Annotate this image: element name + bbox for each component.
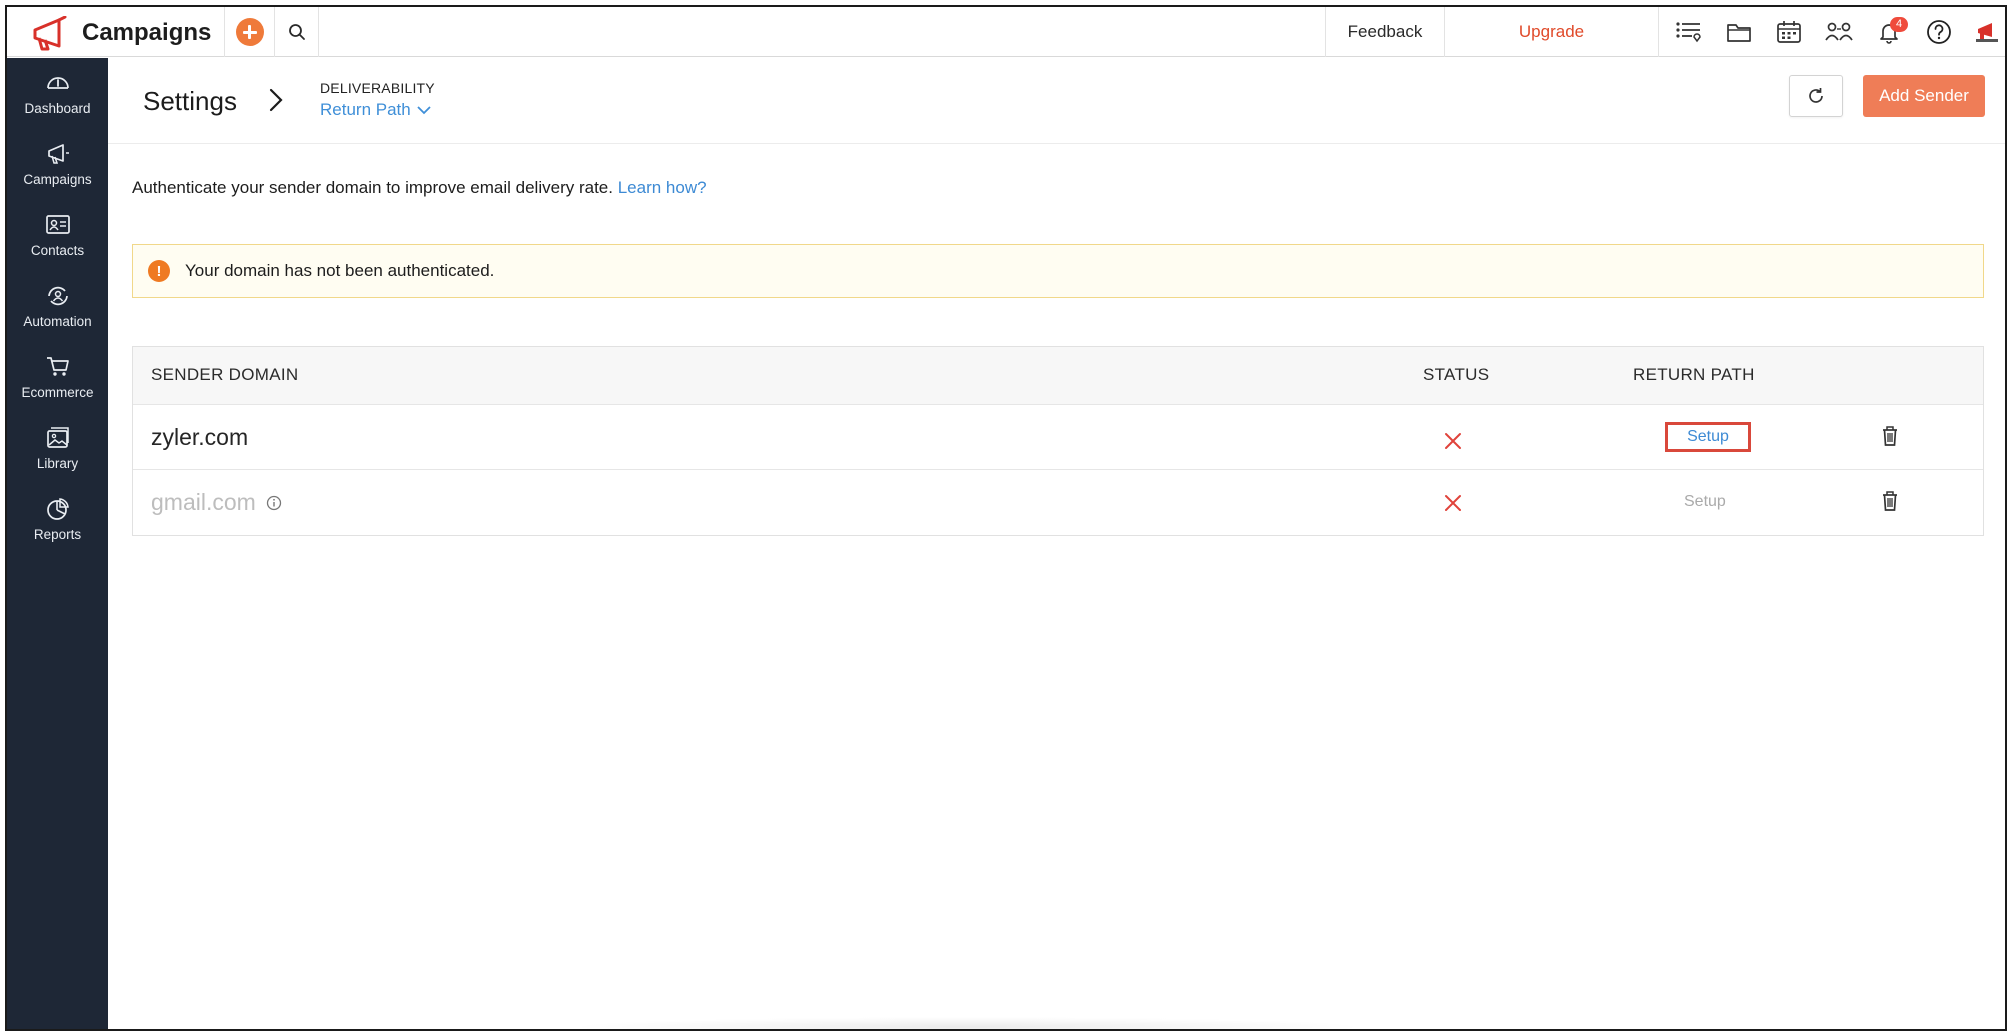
- breadcrumb-dropdown[interactable]: Return Path: [320, 100, 431, 120]
- main-content: Settings DELIVERABILITY Return Path Add …: [108, 58, 2005, 1029]
- sidebar-item-reports[interactable]: Reports: [7, 484, 108, 554]
- setup-button[interactable]: Setup: [1665, 422, 1751, 452]
- add-icon: [235, 18, 264, 46]
- chevron-right-icon: [269, 88, 283, 112]
- page-title[interactable]: Settings: [143, 86, 237, 117]
- sidebar-item-label: Automation: [23, 314, 92, 329]
- search-icon: [288, 24, 305, 40]
- checklist-button[interactable]: [1664, 7, 1714, 57]
- dashboard-icon: [46, 77, 69, 89]
- sidebar-item-ecommerce[interactable]: Ecommerce: [7, 342, 108, 412]
- warning-icon: !: [148, 260, 170, 282]
- sidebar-item-dashboard[interactable]: Dashboard: [7, 58, 108, 128]
- app-title: Campaigns: [82, 19, 212, 46]
- breadcrumb-section: DELIVERABILITY: [320, 80, 435, 96]
- sidebar-item-label: Library: [36, 456, 79, 471]
- sidebar-item-automation[interactable]: Automation: [7, 271, 108, 341]
- column-header-status: STATUS: [1423, 365, 1490, 384]
- table-row: gmail.com Setup: [133, 470, 1983, 535]
- top-bar: Campaigns Feedback Upgrade 4: [7, 7, 2005, 57]
- automation-icon: [47, 286, 68, 306]
- sidebar-item-label: Reports: [33, 527, 82, 542]
- table-header: SENDER DOMAIN STATUS RETURN PATH: [133, 347, 1983, 405]
- domain-name: gmail.com: [151, 489, 256, 515]
- breadcrumb-current: Return Path: [320, 100, 411, 119]
- cart-icon: [46, 357, 69, 376]
- notifications-button[interactable]: 4: [1864, 7, 1914, 57]
- refresh-icon: [1809, 88, 1823, 103]
- column-header-sender-domain: SENDER DOMAIN: [151, 365, 299, 384]
- help-button[interactable]: [1914, 7, 1964, 57]
- column-header-return-path: RETURN PATH: [1633, 365, 1755, 384]
- page-header: Settings DELIVERABILITY Return Path Add …: [108, 58, 2005, 144]
- sender-domain-table: SENDER DOMAIN STATUS RETURN PATH zyler.c…: [132, 346, 1984, 536]
- add-sender-button[interactable]: Add Sender: [1863, 75, 1985, 117]
- sidebar-item-label: Ecommerce: [21, 385, 94, 400]
- sidebar-item-label: Dashboard: [24, 101, 91, 116]
- profile-icon: [1976, 23, 1998, 42]
- sidebar-item-campaigns[interactable]: Campaigns: [7, 129, 108, 199]
- learn-how-link[interactable]: Learn how?: [618, 178, 707, 197]
- trash-icon[interactable]: [1881, 490, 1899, 512]
- users-icon: [1825, 22, 1853, 41]
- sidebar-item-label: Contacts: [30, 243, 85, 258]
- help-icon: [1927, 20, 1951, 44]
- contacts-icon: [45, 215, 70, 234]
- reports-icon: [46, 498, 69, 520]
- library-icon: [46, 427, 69, 448]
- sidebar-item-contacts[interactable]: Contacts: [7, 200, 108, 270]
- warning-alert: ! Your domain has not been authenticated…: [132, 244, 1984, 298]
- app-window: Campaigns Feedback Upgrade 4 Dashboard C…: [5, 5, 2007, 1031]
- sidebar: Dashboard Campaigns Contacts Automation …: [7, 58, 108, 1029]
- create-button[interactable]: [225, 7, 275, 57]
- bottom-shadow: [567, 1017, 1367, 1029]
- trash-icon[interactable]: [1881, 425, 1899, 447]
- domain-name-disabled: gmail.com: [151, 489, 282, 516]
- folder-icon: [1727, 24, 1751, 42]
- chevron-down-icon: [417, 106, 431, 115]
- table-row: zyler.com Setup: [133, 405, 1983, 470]
- not-authenticated-icon: [1445, 433, 1461, 449]
- info-text: Authenticate your sender domain to impro…: [132, 178, 707, 198]
- calendar-button[interactable]: [1764, 7, 1814, 57]
- info-message: Authenticate your sender domain to impro…: [132, 178, 613, 197]
- alert-message: Your domain has not been authenticated.: [185, 261, 495, 280]
- calendar-icon: [1777, 21, 1801, 43]
- users-button[interactable]: [1814, 7, 1864, 57]
- not-authenticated-icon: [1445, 495, 1461, 511]
- search-button[interactable]: [275, 7, 319, 57]
- megaphone-icon: [47, 144, 69, 164]
- upgrade-link[interactable]: Upgrade: [1445, 7, 1659, 57]
- sidebar-item-library[interactable]: Library: [7, 413, 108, 483]
- sidebar-item-label: Campaigns: [23, 172, 92, 187]
- checklist-icon: [1676, 22, 1701, 43]
- campaigns-logo-icon: [33, 16, 67, 51]
- info-icon[interactable]: [266, 495, 282, 511]
- notification-badge: 4: [1890, 17, 1908, 32]
- folder-button[interactable]: [1714, 7, 1764, 57]
- domain-name: zyler.com: [151, 424, 249, 450]
- setup-button-disabled: Setup: [1684, 493, 1726, 510]
- feedback-link[interactable]: Feedback: [1325, 7, 1445, 57]
- refresh-button[interactable]: [1789, 75, 1843, 117]
- profile-button[interactable]: [1962, 7, 2005, 57]
- brand[interactable]: Campaigns: [7, 7, 225, 57]
